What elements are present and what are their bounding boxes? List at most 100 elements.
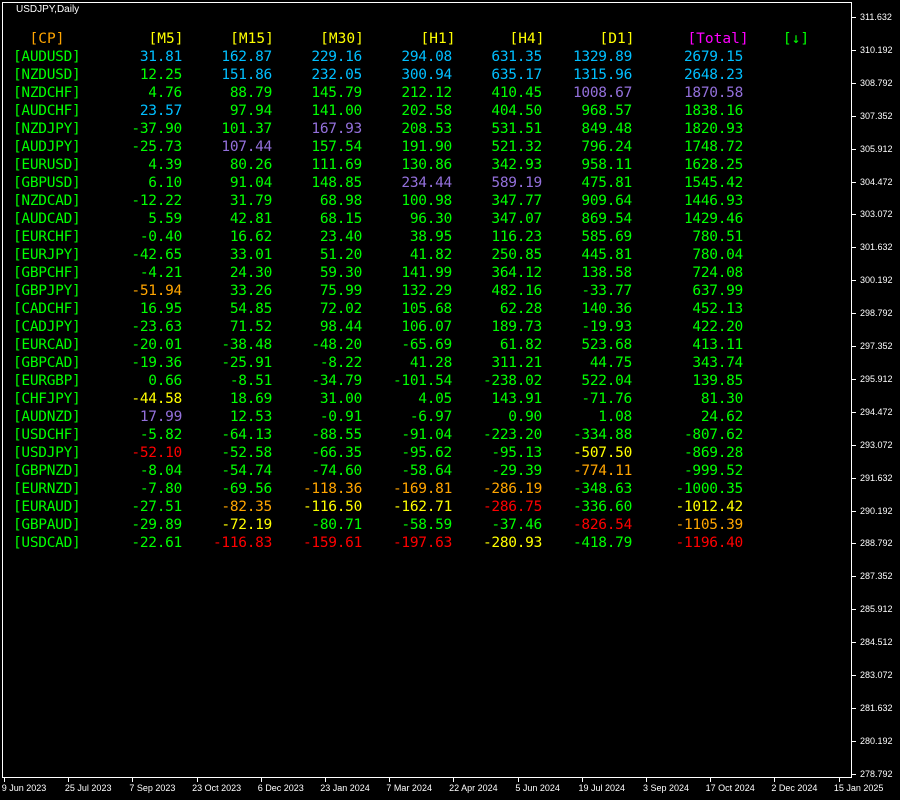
strength-value: 145.79 <box>311 85 362 101</box>
strength-value: 189.73 <box>491 319 542 335</box>
column-header: [H1] <box>420 31 456 47</box>
price-label: 280.192 <box>860 735 893 746</box>
strength-value: 23.40 <box>319 229 362 245</box>
column-header: [Total] <box>687 31 749 47</box>
strength-value: 31.00 <box>319 391 362 407</box>
date-label: 22 Apr 2024 <box>449 783 498 793</box>
strength-value: 59.30 <box>319 265 362 281</box>
date-tick <box>261 778 262 782</box>
date-tick <box>68 778 69 782</box>
strength-value: 413.11 <box>692 337 743 353</box>
strength-value: 80.26 <box>229 157 272 173</box>
pair-label: [EURAUD] <box>13 499 81 515</box>
strength-value: -7.80 <box>139 481 182 497</box>
strength-value: -223.20 <box>482 427 542 443</box>
strength-value: -95.62 <box>401 445 452 461</box>
date-tick <box>4 778 5 782</box>
strength-value: -826.54 <box>572 517 632 533</box>
column-header: [M15] <box>230 31 274 47</box>
price-tick <box>852 609 856 610</box>
strength-value: 61.82 <box>499 337 542 353</box>
strength-value: -25.91 <box>221 355 272 371</box>
strength-value: -286.19 <box>482 481 542 497</box>
price-tick <box>852 576 856 577</box>
price-label: 287.352 <box>860 571 893 582</box>
date-label: 2 Dec 2024 <box>771 783 818 793</box>
price-label: 298.792 <box>860 308 893 319</box>
strength-value: -58.59 <box>401 517 452 533</box>
pair-label: [AUDUSD] <box>13 49 81 65</box>
strength-value: 208.53 <box>401 121 452 137</box>
strength-value: 91.04 <box>229 175 272 191</box>
strength-value: -37.90 <box>131 121 182 137</box>
pair-label: [NZDCHF] <box>13 85 81 101</box>
price-tick <box>852 149 856 150</box>
strength-value: 167.93 <box>311 121 362 137</box>
column-header: [CP] <box>29 31 65 47</box>
price-label: 285.912 <box>860 604 893 615</box>
price-label: 301.632 <box>860 242 893 253</box>
price-tick <box>852 17 856 18</box>
strength-value: 410.45 <box>491 85 542 101</box>
strength-value: 780.04 <box>692 247 743 263</box>
strength-value: 97.94 <box>229 103 272 119</box>
strength-value: 585.69 <box>581 229 632 245</box>
strength-value: 41.82 <box>409 247 452 263</box>
price-label: 291.632 <box>860 472 893 483</box>
strength-value: 0.66 <box>148 373 182 389</box>
strength-value: -8.51 <box>229 373 272 389</box>
strength-value: -48.20 <box>311 337 362 353</box>
strength-value: -8.04 <box>139 463 182 479</box>
date-label: 3 Sep 2024 <box>642 783 690 793</box>
strength-value: 4.39 <box>148 157 182 173</box>
price-label: 281.632 <box>860 702 893 713</box>
price-tick <box>852 280 856 281</box>
strength-value: -507.50 <box>572 445 632 461</box>
price-label: 294.472 <box>860 406 893 417</box>
strength-value: 44.75 <box>589 355 632 371</box>
price-tick <box>852 445 856 446</box>
column-header: [↓] <box>782 31 810 47</box>
strength-value: 521.32 <box>491 139 542 155</box>
strength-value: -66.35 <box>311 445 362 461</box>
date-tick <box>389 778 390 782</box>
strength-value: 1748.72 <box>683 139 743 155</box>
price-label: 308.792 <box>860 77 893 88</box>
strength-value: 2648.23 <box>683 67 743 83</box>
strength-value: 635.17 <box>491 67 542 83</box>
strength-value: 522.04 <box>581 373 632 389</box>
strength-value: -1196.40 <box>675 535 744 551</box>
strength-value: 482.16 <box>491 283 542 299</box>
strength-value: 38.95 <box>409 229 452 245</box>
strength-value: 42.81 <box>229 211 272 227</box>
strength-value: 24.62 <box>700 409 743 425</box>
strength-value: 250.85 <box>491 247 542 263</box>
pair-label: [EURGBP] <box>13 373 81 389</box>
price-label: 307.352 <box>860 110 893 121</box>
strength-value: -65.69 <box>401 337 452 353</box>
strength-value: 139.85 <box>692 373 743 389</box>
date-label: 25 Jul 2023 <box>64 783 112 793</box>
strength-value: 18.69 <box>229 391 272 407</box>
strength-value: 6.10 <box>148 175 182 191</box>
strength-value: 75.99 <box>319 283 362 299</box>
pair-label: [GBPUSD] <box>13 175 81 191</box>
price-label: 310.192 <box>860 44 893 55</box>
strength-value: 849.48 <box>581 121 632 137</box>
strength-value: 12.53 <box>229 409 272 425</box>
strength-value: 138.58 <box>581 265 632 281</box>
strength-value: 909.64 <box>581 193 632 209</box>
column-header: [H4] <box>509 31 545 47</box>
price-tick <box>852 543 856 544</box>
price-label: 304.472 <box>860 176 893 187</box>
strength-value: -74.60 <box>311 463 362 479</box>
column-header: [M30] <box>320 31 364 47</box>
strength-value: 116.23 <box>491 229 542 245</box>
strength-value: -12.22 <box>131 193 182 209</box>
strength-value: -5.82 <box>139 427 182 443</box>
strength-value: 422.20 <box>692 319 743 335</box>
pair-label: [EURJPY] <box>13 247 81 263</box>
pair-label: [NZDUSD] <box>13 67 81 83</box>
strength-value: 2679.15 <box>683 49 743 65</box>
strength-value: -19.93 <box>581 319 632 335</box>
